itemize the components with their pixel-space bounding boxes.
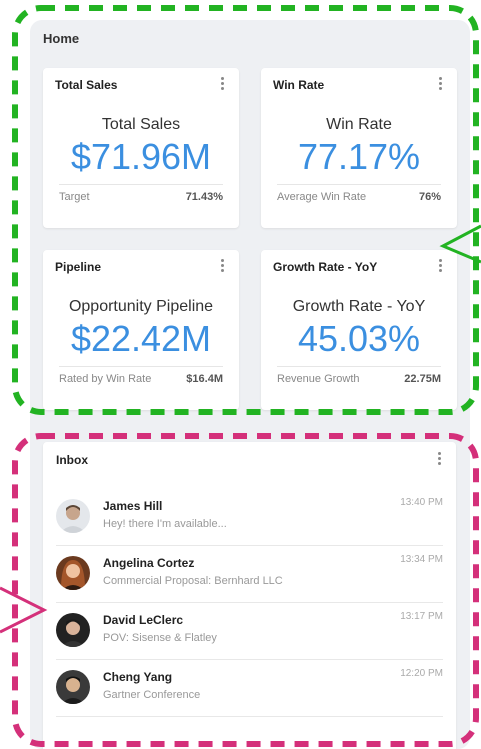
page-title: Home (43, 31, 80, 46)
footer-label: Average Win Rate (277, 191, 367, 203)
metric-value: 77.17% (297, 136, 421, 177)
sender-name: Angelina Cortez (103, 556, 195, 570)
total-sales-card[interactable]: Total Sales Total Sales $71.96M Target 7… (43, 68, 239, 228)
metric-value: $22.42M (70, 318, 212, 359)
card-footer: Revenue Growth 22.75M (277, 366, 441, 385)
metric-value: $71.96M (70, 136, 212, 177)
more-options-icon[interactable] (219, 77, 225, 91)
footer-value: 22.75M (404, 373, 441, 385)
footer-value: $16.4M (186, 373, 223, 385)
message-time: 13:40 PM (400, 497, 443, 508)
metric-label: Win Rate (326, 116, 392, 133)
message-item[interactable]: David LeClerc POV: Sisense & Flatley 13:… (56, 602, 443, 660)
more-options-icon[interactable] (437, 259, 443, 273)
message-time: 12:20 PM (400, 668, 443, 679)
more-options-icon[interactable] (437, 77, 443, 91)
message-preview: POV: Sisense & Flatley (103, 632, 217, 644)
avatar (56, 670, 90, 704)
card-footer: Target 71.43% (59, 184, 223, 203)
message-item[interactable]: Angelina Cortez Commercial Proposal: Ber… (56, 545, 443, 603)
footer-value: 76% (418, 191, 441, 203)
metric-label: Total Sales (101, 116, 181, 133)
win-rate-card[interactable]: Win Rate Win Rate 77.17% Average Win Rat… (261, 68, 457, 228)
card-title: Pipeline (55, 260, 102, 274)
message-item[interactable]: Cheng Yang Gartner Conference 12:20 PM (56, 659, 443, 717)
message-item[interactable]: James Hill Hey! there I'm available... 1… (56, 488, 443, 546)
inbox-title: Inbox (56, 453, 88, 467)
card-title: Growth Rate - YoY (273, 260, 378, 274)
home-panel: Home Total Sales Total Sales $71.96M Tar… (30, 20, 470, 749)
avatar (56, 499, 90, 533)
footer-label: Rated by Win Rate (59, 373, 152, 385)
card-title: Total Sales (55, 78, 118, 92)
sender-name: James Hill (103, 499, 163, 513)
message-preview: Hey! there I'm available... (103, 518, 227, 530)
footer-label: Revenue Growth (277, 373, 360, 385)
more-options-icon[interactable] (219, 259, 225, 273)
pipeline-card[interactable]: Pipeline Opportunity Pipeline $22.42M Ra… (43, 250, 239, 410)
message-time: 13:34 PM (400, 554, 443, 565)
more-options-icon[interactable] (436, 452, 442, 466)
inbox-panel: Inbox James Hill Hey! there I'm availabl… (43, 442, 456, 749)
card-footer: Rated by Win Rate $16.4M (59, 366, 223, 385)
card-title: Win Rate (273, 78, 325, 92)
metric-label: Growth Rate - YoY (292, 298, 426, 315)
footer-value: 71.43% (185, 191, 223, 203)
avatar (56, 613, 90, 647)
sender-name: Cheng Yang (103, 670, 173, 684)
card-footer: Average Win Rate 76% (277, 184, 441, 203)
message-preview: Commercial Proposal: Bernhard LLC (103, 575, 283, 587)
avatar (56, 556, 90, 590)
message-time: 13:17 PM (400, 611, 443, 622)
message-preview: Gartner Conference (103, 689, 201, 701)
metric-value: 45.03% (297, 318, 421, 359)
footer-label: Target (59, 191, 90, 203)
metric-label: Opportunity Pipeline (68, 298, 214, 315)
sender-name: David LeClerc (103, 613, 184, 627)
growth-rate-card[interactable]: Growth Rate - YoY Growth Rate - YoY 45.0… (261, 250, 457, 410)
